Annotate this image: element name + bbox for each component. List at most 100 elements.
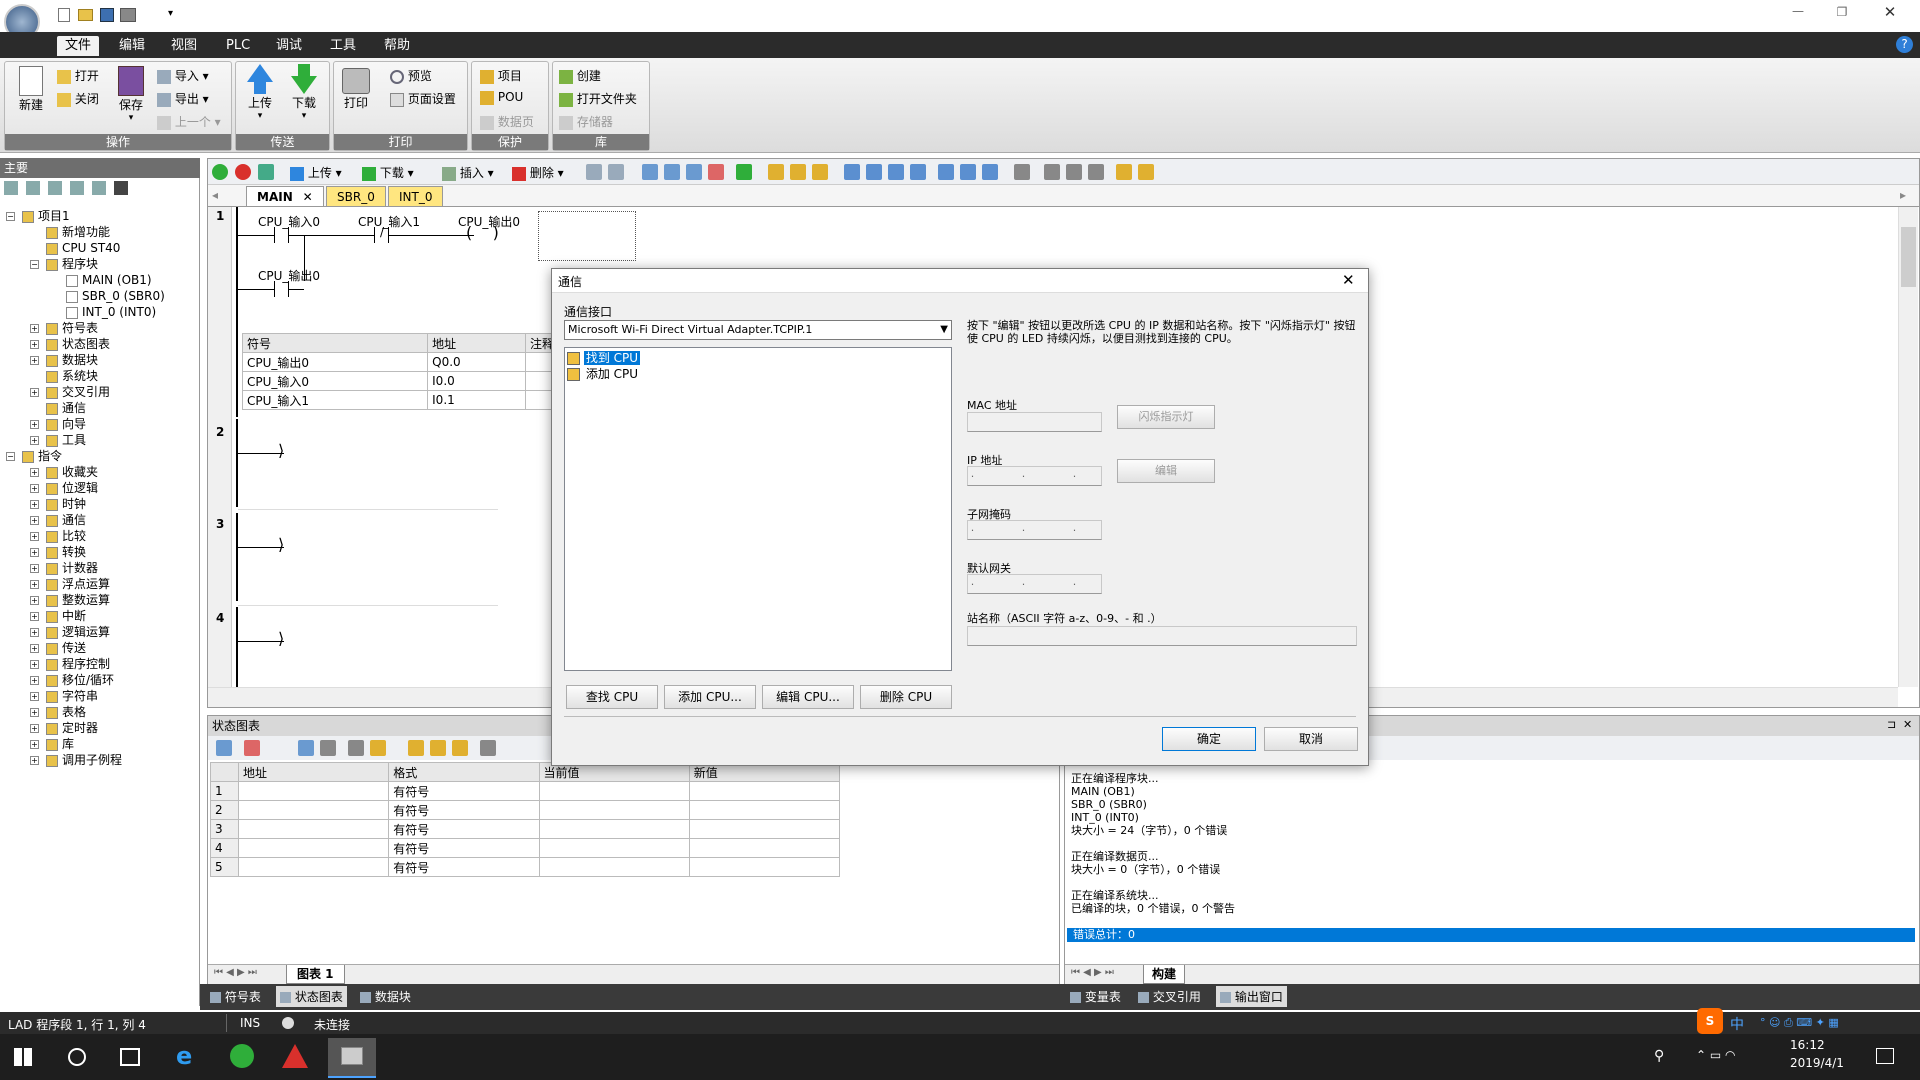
tree-item[interactable]: 比较 — [46, 528, 86, 544]
tree-tool-icon[interactable] — [4, 180, 18, 195]
protect-pou-button[interactable]: POU — [480, 90, 523, 105]
find-cpu-button[interactable]: 查找 CPU — [566, 685, 658, 709]
tree-expand-toggle[interactable]: + — [30, 708, 39, 717]
tree-item[interactable]: MAIN (OB1) — [66, 272, 152, 288]
toolbar-tool-icon[interactable] — [1138, 164, 1154, 180]
sheet-nav-icon[interactable]: ⏮ ◀ ▶ ⏭ — [214, 967, 257, 978]
toolbar-tool-icon[interactable] — [982, 164, 998, 180]
list-item[interactable]: 找到 CPU — [567, 350, 641, 366]
tree-expand-toggle[interactable]: + — [30, 420, 39, 429]
upload-button[interactable]: 上传 ▾ — [240, 64, 280, 121]
quick-new-icon[interactable] — [58, 8, 70, 22]
previous-button[interactable]: 上一个 ▾ — [157, 113, 221, 130]
help-icon[interactable]: ? — [1896, 36, 1913, 53]
download-button[interactable]: 下载 ▾ — [284, 64, 324, 121]
tree-tool-icon[interactable] — [114, 180, 128, 195]
tree-expand-toggle[interactable]: + — [30, 532, 39, 541]
toolbar-tool-icon[interactable] — [812, 164, 828, 180]
tree-item[interactable]: 指令 — [22, 448, 62, 464]
menu-debug[interactable]: 调试 — [268, 36, 310, 56]
toolbar-upload-button[interactable]: 上传 ▾ — [290, 164, 342, 181]
chart-tool-icon[interactable] — [298, 740, 314, 756]
add-cpu-button[interactable]: 添加 CPU... — [664, 685, 756, 709]
print-button[interactable]: 打印 — [338, 68, 374, 111]
task-view-icon[interactable] — [120, 1048, 140, 1066]
tree-item[interactable]: 通信 — [46, 512, 86, 528]
tree-item[interactable]: 时钟 — [46, 496, 86, 512]
toolbar-tool-icon[interactable] — [664, 164, 680, 180]
editor-vertical-scrollbar[interactable] — [1898, 207, 1918, 687]
tree-expand-toggle[interactable]: + — [30, 628, 39, 637]
run-icon[interactable] — [212, 164, 228, 180]
memory-button[interactable]: 存储器 — [559, 113, 613, 130]
tree-expand-toggle[interactable]: + — [30, 340, 39, 349]
tray-icons[interactable]: ⌃ ▭ ◠ — [1696, 1048, 1736, 1062]
windows-start-icon[interactable] — [14, 1048, 32, 1066]
green-app-icon[interactable] — [230, 1044, 254, 1068]
menu-help[interactable]: 帮助 — [376, 36, 418, 56]
import-button[interactable]: 导入 ▾ — [157, 67, 209, 84]
create-library-button[interactable]: 创建 — [559, 67, 601, 84]
tree-item[interactable]: 移位/循环 — [46, 672, 114, 688]
edit-ip-button[interactable]: 编辑 — [1117, 459, 1215, 483]
tree-item[interactable]: 新增功能 — [46, 224, 110, 240]
table-row[interactable]: 1 有符号 — [209, 781, 841, 801]
pin-icon[interactable]: ⊐ — [1887, 718, 1896, 731]
bottom-tab-symbol-table[interactable]: 符号表 — [210, 988, 261, 1005]
toolbar-download-button[interactable]: 下载 ▾ — [362, 164, 414, 181]
tree-item[interactable]: 交叉引用 — [46, 384, 110, 400]
quick-print-icon[interactable] — [120, 8, 136, 22]
ime-mode[interactable]: 中 — [1730, 1014, 1744, 1034]
bottom-tab-variable-table[interactable]: 变量表 — [1070, 988, 1121, 1005]
tree-item[interactable]: 状态图表 — [46, 336, 110, 352]
chart-tool-icon[interactable] — [320, 740, 336, 756]
toolbar-tool-icon[interactable] — [866, 164, 882, 180]
tree-item[interactable]: 调用子例程 — [46, 752, 122, 768]
tree-item[interactable]: 浮点运算 — [46, 576, 110, 592]
tree-item[interactable]: 中断 — [46, 608, 86, 624]
export-button[interactable]: 导出 ▾ — [157, 90, 209, 107]
toolbar-tool-icon[interactable] — [642, 164, 658, 180]
toolbar-tool-icon[interactable] — [686, 164, 702, 180]
chart-tool-icon[interactable] — [408, 740, 424, 756]
tree-expand-toggle[interactable]: + — [30, 660, 39, 669]
quick-open-icon[interactable] — [78, 9, 93, 21]
close-pane-icon[interactable]: ✕ — [1903, 718, 1912, 731]
tree-item[interactable]: 程序控制 — [46, 656, 110, 672]
notification-icon[interactable] — [1876, 1048, 1894, 1064]
quick-save-icon[interactable] — [100, 8, 114, 22]
tree-item[interactable]: 定时器 — [46, 720, 98, 736]
tree-expand-toggle[interactable]: + — [30, 468, 39, 477]
table-row[interactable]: 2 有符号 — [209, 800, 841, 820]
tab-sbr0[interactable]: SBR_0 — [326, 186, 386, 206]
open-folder-button[interactable]: 打开文件夹 — [559, 90, 637, 107]
tree-item[interactable]: 转换 — [46, 544, 86, 560]
chart-tool-icon[interactable] — [216, 740, 232, 756]
toolbar-tool-icon[interactable] — [586, 164, 602, 180]
quick-access-dropdown-icon[interactable]: ▾ — [168, 8, 173, 19]
tree-tool-icon[interactable] — [26, 180, 40, 195]
edit-cpu-button[interactable]: 编辑 CPU... — [762, 685, 854, 709]
protect-data-page-button[interactable]: 数据页 — [480, 113, 534, 130]
ime-logo-icon[interactable]: S — [1697, 1008, 1723, 1034]
table-row[interactable]: 5 有符号 — [209, 857, 841, 877]
tree-tool-icon[interactable] — [92, 180, 106, 195]
tree-item[interactable]: 逻辑运算 — [46, 624, 110, 640]
preview-button[interactable]: 预览 — [390, 67, 432, 84]
flash-led-button[interactable]: 闪烁指示灯 — [1117, 405, 1215, 429]
compile-icon[interactable] — [258, 164, 274, 180]
ok-button[interactable]: 确定 — [1162, 727, 1256, 751]
chart-tool-icon[interactable] — [452, 740, 468, 756]
build-tab[interactable]: 构建 — [1143, 965, 1186, 984]
tree-item[interactable]: 字符串 — [46, 688, 98, 704]
sheet-tab[interactable]: 图表 1 — [286, 965, 345, 984]
maximize-button[interactable]: ❐ — [1830, 5, 1854, 19]
tree-item[interactable]: 收藏夹 — [46, 464, 98, 480]
tree-item[interactable]: 项目1 — [22, 208, 70, 224]
tree-item[interactable]: 向导 — [46, 416, 86, 432]
tree-expand-toggle[interactable]: + — [30, 740, 39, 749]
tree-expand-toggle[interactable]: + — [30, 580, 39, 589]
tree-item[interactable]: 系统块 — [46, 368, 98, 384]
tree-expand-toggle[interactable]: + — [30, 596, 39, 605]
toolbar-tool-icon[interactable] — [768, 164, 784, 180]
